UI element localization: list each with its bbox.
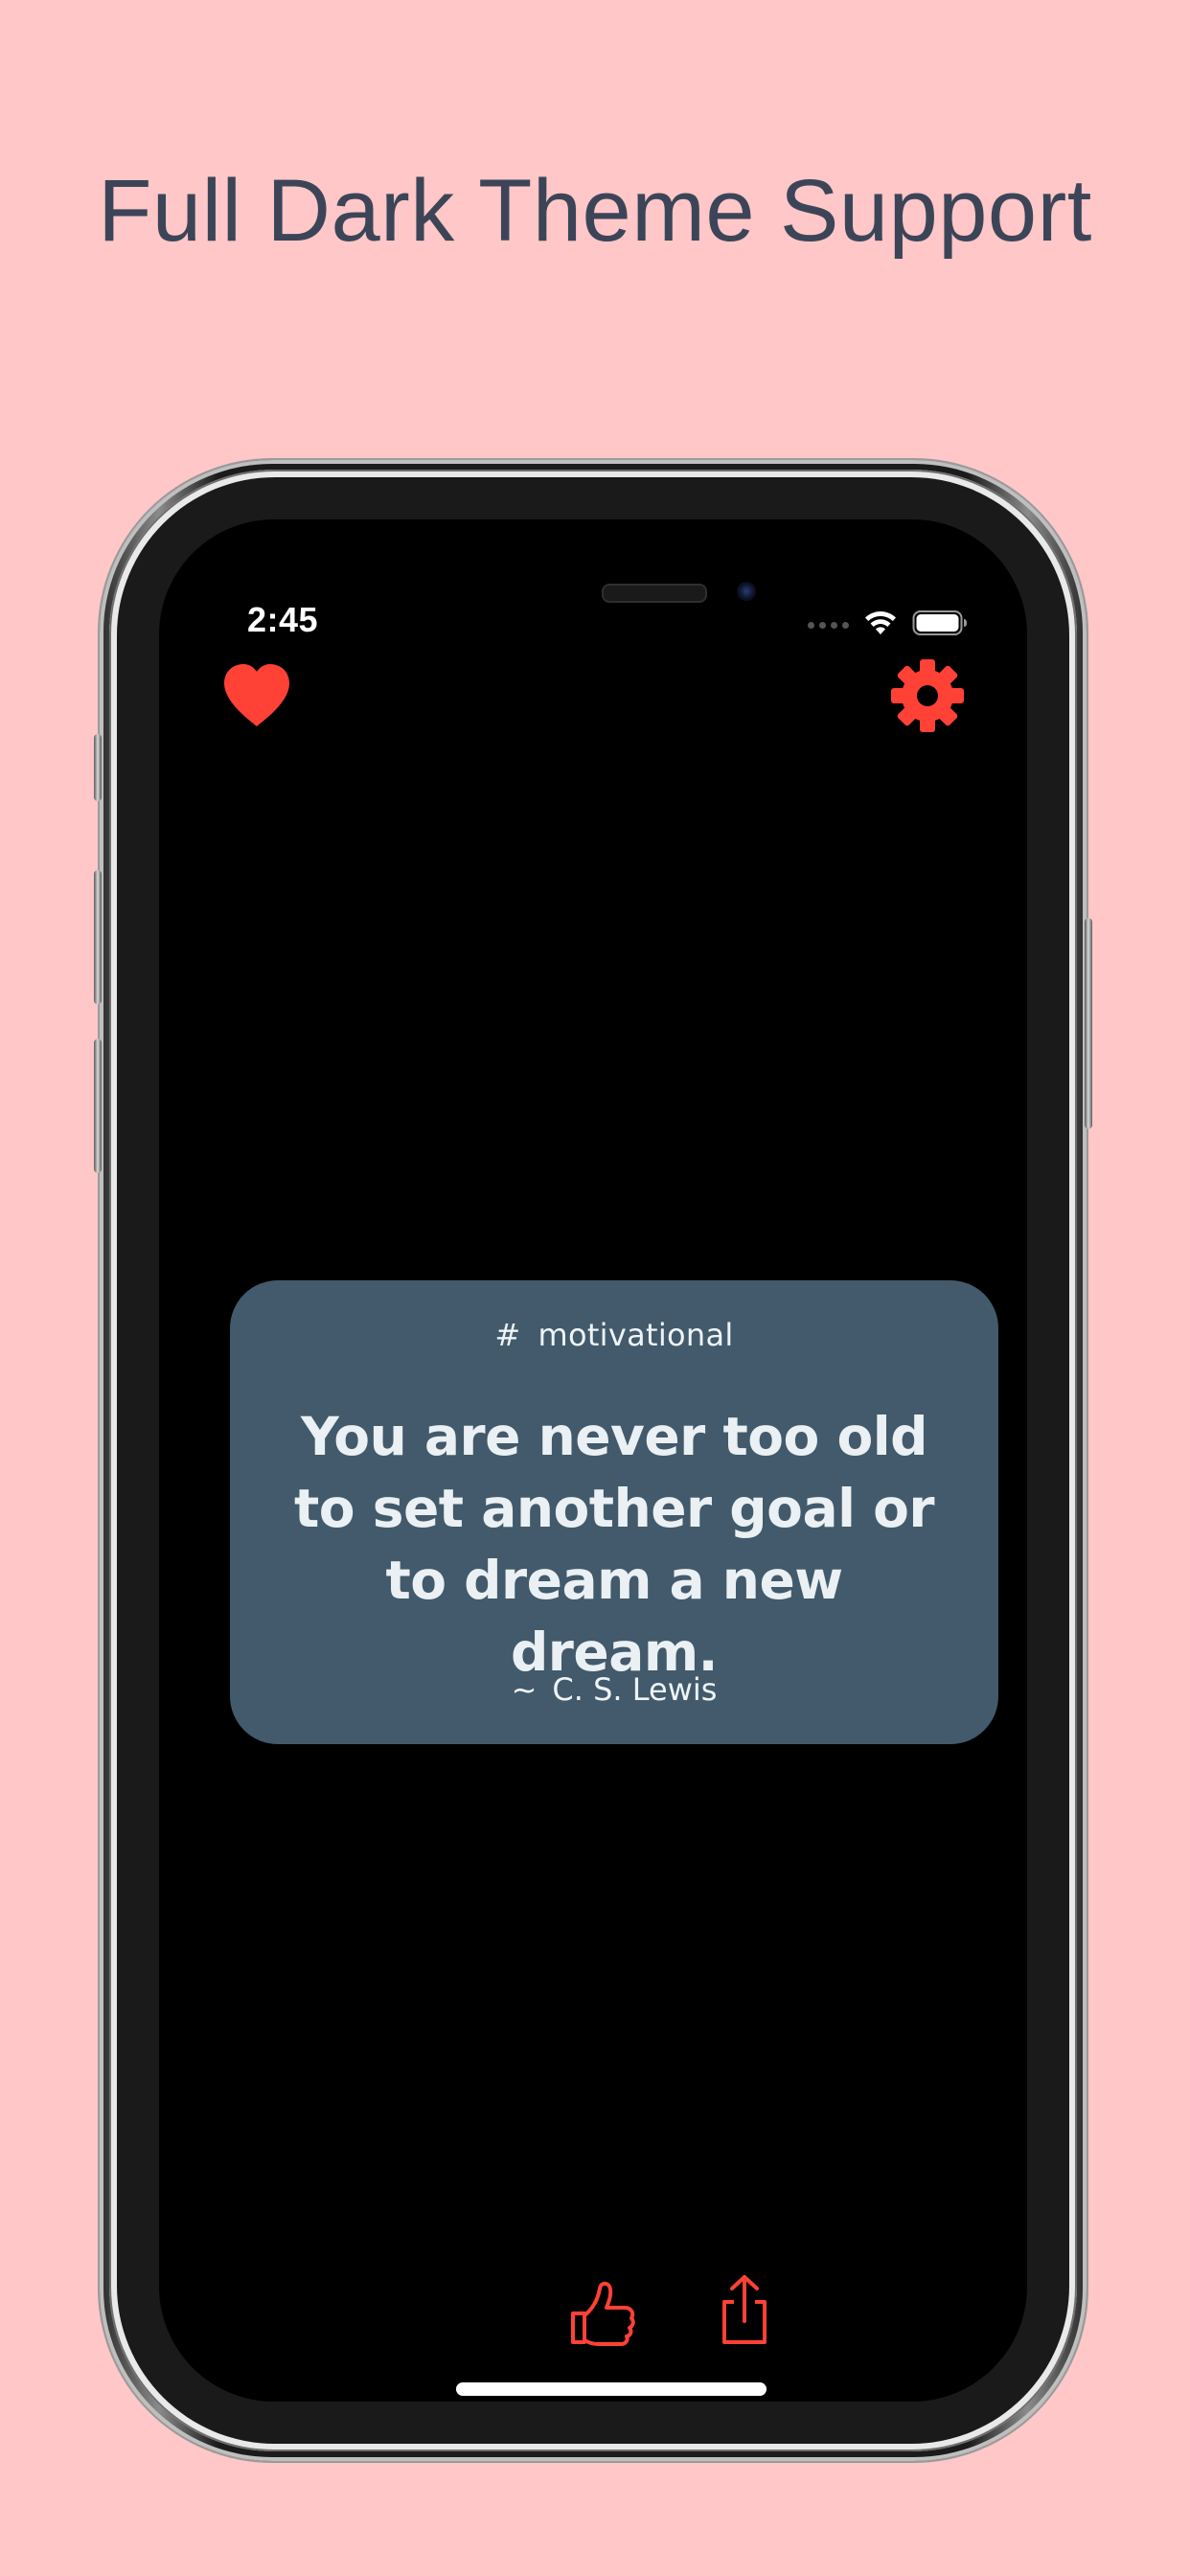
front-camera xyxy=(737,582,756,601)
quote-author: ~ C. S. Lewis xyxy=(230,1671,998,1708)
wifi-icon xyxy=(862,610,899,641)
like-button[interactable] xyxy=(567,2277,638,2348)
author-name: C. S. Lewis xyxy=(552,1671,718,1708)
status-time: 2:45 xyxy=(247,600,319,639)
battery-icon xyxy=(912,610,968,641)
hash-symbol: # xyxy=(494,1317,521,1353)
gear-icon xyxy=(891,659,964,732)
tag-label: motivational xyxy=(538,1317,734,1353)
earpiece-speaker xyxy=(602,584,707,603)
phone-bezel: 2:45 # motivational You are never too ol… xyxy=(117,477,1069,2444)
heart-icon xyxy=(224,664,289,726)
phone-silent-switch xyxy=(94,734,102,801)
home-indicator[interactable] xyxy=(456,2382,767,2396)
favorites-button[interactable] xyxy=(220,661,293,730)
cellular-signal-icon xyxy=(808,622,849,629)
promo-headline: Full Dark Theme Support xyxy=(98,162,1092,260)
phone-rim: 2:45 # motivational You are never too ol… xyxy=(109,470,1077,2451)
share-button[interactable] xyxy=(711,2273,778,2346)
phone-volume-down xyxy=(94,1039,102,1173)
thumbs-up-icon xyxy=(571,2281,635,2346)
quote-text: You are never too old to set another goa… xyxy=(294,1406,934,1683)
phone-volume-up xyxy=(94,870,102,1004)
tilde-symbol: ~ xyxy=(511,1671,538,1708)
phone-frame: 2:45 # motivational You are never too ol… xyxy=(94,460,1092,2461)
quote-tag: # motivational xyxy=(230,1317,998,1353)
settings-button[interactable] xyxy=(889,657,966,734)
phone-screen: 2:45 # motivational You are never too ol… xyxy=(159,519,1027,2402)
promo-page: Full Dark Theme Support 2:45 # motivatio… xyxy=(0,0,1190,2576)
quote-card[interactable]: # motivational You are never too old to s… xyxy=(230,1280,998,1744)
status-icons xyxy=(808,610,968,641)
share-icon xyxy=(722,2275,767,2344)
phone-power-button xyxy=(1085,918,1092,1129)
